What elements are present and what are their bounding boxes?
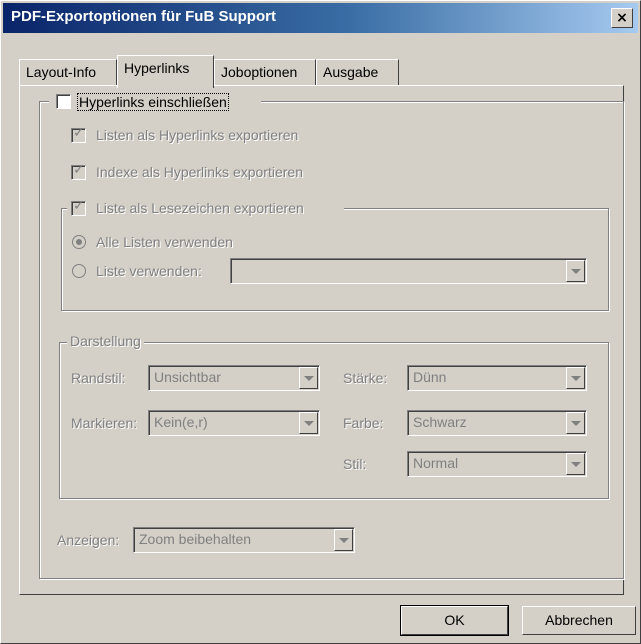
use-list-select[interactable] — [230, 258, 587, 284]
chevron-down-icon[interactable] — [566, 453, 585, 475]
indexes-as-hyperlinks-checkbox[interactable]: ✓ — [71, 162, 86, 180]
tab-label: Layout-Info — [26, 64, 97, 80]
chevron-down-icon[interactable] — [566, 260, 585, 282]
highlight-select[interactable]: Kein(e,r) — [148, 410, 320, 436]
tab-label: Joboptionen — [221, 64, 298, 80]
width-label: Stärke: — [343, 370, 388, 386]
ok-button[interactable]: OK — [400, 605, 509, 636]
window-title: PDF-Exportoptionen für FuB Support — [11, 8, 276, 25]
check-icon: ✓ — [73, 162, 85, 178]
include-hyperlinks-label[interactable]: Hyperlinks einschließen — [77, 93, 229, 111]
highlight-label: Markieren: — [71, 415, 138, 431]
display-select[interactable]: Zoom beibehalten — [133, 527, 355, 553]
color-label: Farbe: — [343, 415, 384, 431]
use-list-label: Liste verwenden: — [96, 263, 202, 279]
tab-joboptionen[interactable]: Joboptionen — [214, 59, 316, 85]
cancel-button[interactable]: Abbrechen — [522, 606, 636, 635]
style-value: Normal — [413, 455, 459, 471]
chevron-down-icon[interactable] — [334, 529, 353, 551]
list-as-bookmarks-label: Liste als Lesezeichen exportieren — [96, 200, 304, 216]
tab-label: Ausgabe — [323, 64, 379, 80]
lists-as-hyperlinks-label: Listen als Hyperlinks exportieren — [96, 127, 299, 143]
border-style-label: Randstil: — [71, 370, 126, 386]
color-select[interactable]: Schwarz — [407, 410, 587, 436]
border-style-value: Unsichtbar — [154, 369, 221, 385]
color-value: Schwarz — [413, 414, 467, 430]
use-all-lists-radio[interactable] — [72, 235, 86, 249]
include-hyperlinks-checkbox[interactable] — [56, 94, 71, 109]
display-value: Zoom beibehalten — [139, 531, 252, 547]
title-bar[interactable]: PDF-Exportoptionen für FuB Support × — [3, 3, 638, 33]
style-select[interactable]: Normal — [407, 451, 587, 477]
style-label: Stil: — [343, 456, 367, 472]
use-list-radio[interactable] — [72, 264, 86, 278]
appearance-legend: Darstellung — [67, 333, 144, 349]
width-value: Dünn — [413, 369, 447, 385]
chevron-down-icon[interactable] — [566, 367, 585, 389]
tab-layout-info[interactable]: Layout-Info — [19, 59, 117, 85]
tab-label: Hyperlinks — [124, 60, 190, 76]
highlight-value: Kein(e,r) — [154, 414, 208, 430]
lists-as-hyperlinks-checkbox[interactable]: ✓ — [71, 125, 86, 143]
check-icon: ✓ — [73, 198, 85, 214]
close-button[interactable]: × — [611, 8, 633, 28]
width-select[interactable]: Dünn — [407, 365, 587, 391]
list-as-bookmarks-checkbox[interactable]: ✓ — [71, 198, 86, 216]
tab-hyperlinks[interactable]: Hyperlinks — [117, 55, 214, 88]
indexes-as-hyperlinks-label: Indexe als Hyperlinks exportieren — [96, 164, 303, 180]
chevron-down-icon[interactable] — [299, 412, 318, 434]
border-style-select[interactable]: Unsichtbar — [148, 365, 320, 391]
dialog-window: PDF-Exportoptionen für FuB Support × Lay… — [0, 0, 641, 644]
chevron-down-icon[interactable] — [566, 412, 585, 434]
radio-dot — [76, 239, 82, 245]
tab-ausgabe[interactable]: Ausgabe — [316, 59, 399, 85]
chevron-down-icon[interactable] — [299, 367, 318, 389]
check-icon: ✓ — [73, 125, 85, 141]
close-icon: × — [616, 10, 628, 26]
display-label: Anzeigen: — [57, 532, 120, 548]
use-all-lists-label: Alle Listen verwenden — [96, 234, 233, 250]
